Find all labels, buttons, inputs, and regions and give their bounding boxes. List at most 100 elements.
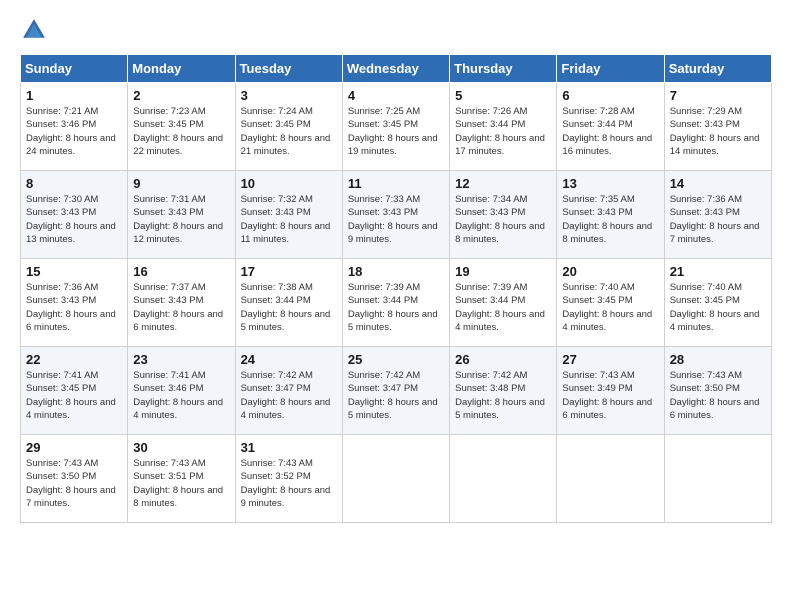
day-info: Sunrise: 7:36 AM Sunset: 3:43 PM Dayligh… [670,193,766,246]
day-cell: 8 Sunrise: 7:30 AM Sunset: 3:43 PM Dayli… [21,171,128,259]
day-info: Sunrise: 7:23 AM Sunset: 3:45 PM Dayligh… [133,105,229,158]
calendar-body: 1 Sunrise: 7:21 AM Sunset: 3:46 PM Dayli… [21,83,772,523]
day-number: 18 [348,264,444,279]
day-cell: 1 Sunrise: 7:21 AM Sunset: 3:46 PM Dayli… [21,83,128,171]
day-info: Sunrise: 7:32 AM Sunset: 3:43 PM Dayligh… [241,193,337,246]
day-cell: 5 Sunrise: 7:26 AM Sunset: 3:44 PM Dayli… [450,83,557,171]
day-number: 26 [455,352,551,367]
day-cell: 15 Sunrise: 7:36 AM Sunset: 3:43 PM Dayl… [21,259,128,347]
day-number: 6 [562,88,658,103]
day-cell: 24 Sunrise: 7:42 AM Sunset: 3:47 PM Dayl… [235,347,342,435]
day-cell: 17 Sunrise: 7:38 AM Sunset: 3:44 PM Dayl… [235,259,342,347]
day-info: Sunrise: 7:40 AM Sunset: 3:45 PM Dayligh… [670,281,766,334]
day-number: 17 [241,264,337,279]
header-cell-monday: Monday [128,55,235,83]
day-info: Sunrise: 7:34 AM Sunset: 3:43 PM Dayligh… [455,193,551,246]
day-cell: 6 Sunrise: 7:28 AM Sunset: 3:44 PM Dayli… [557,83,664,171]
week-row-1: 1 Sunrise: 7:21 AM Sunset: 3:46 PM Dayli… [21,83,772,171]
day-number: 10 [241,176,337,191]
day-info: Sunrise: 7:36 AM Sunset: 3:43 PM Dayligh… [26,281,122,334]
day-cell: 4 Sunrise: 7:25 AM Sunset: 3:45 PM Dayli… [342,83,449,171]
header-cell-thursday: Thursday [450,55,557,83]
day-cell: 23 Sunrise: 7:41 AM Sunset: 3:46 PM Dayl… [128,347,235,435]
calendar-table: SundayMondayTuesdayWednesdayThursdayFrid… [20,54,772,523]
day-info: Sunrise: 7:38 AM Sunset: 3:44 PM Dayligh… [241,281,337,334]
day-number: 28 [670,352,766,367]
day-number: 15 [26,264,122,279]
day-cell [664,435,771,523]
day-info: Sunrise: 7:40 AM Sunset: 3:45 PM Dayligh… [562,281,658,334]
logo-icon [20,16,48,44]
day-cell: 2 Sunrise: 7:23 AM Sunset: 3:45 PM Dayli… [128,83,235,171]
day-number: 11 [348,176,444,191]
day-number: 4 [348,88,444,103]
day-info: Sunrise: 7:42 AM Sunset: 3:47 PM Dayligh… [348,369,444,422]
day-cell: 25 Sunrise: 7:42 AM Sunset: 3:47 PM Dayl… [342,347,449,435]
day-cell: 7 Sunrise: 7:29 AM Sunset: 3:43 PM Dayli… [664,83,771,171]
day-info: Sunrise: 7:37 AM Sunset: 3:43 PM Dayligh… [133,281,229,334]
day-number: 21 [670,264,766,279]
day-cell: 31 Sunrise: 7:43 AM Sunset: 3:52 PM Dayl… [235,435,342,523]
day-cell: 10 Sunrise: 7:32 AM Sunset: 3:43 PM Dayl… [235,171,342,259]
day-number: 8 [26,176,122,191]
header-cell-wednesday: Wednesday [342,55,449,83]
day-cell: 3 Sunrise: 7:24 AM Sunset: 3:45 PM Dayli… [235,83,342,171]
day-info: Sunrise: 7:24 AM Sunset: 3:45 PM Dayligh… [241,105,337,158]
day-number: 13 [562,176,658,191]
day-number: 31 [241,440,337,455]
day-info: Sunrise: 7:30 AM Sunset: 3:43 PM Dayligh… [26,193,122,246]
week-row-2: 8 Sunrise: 7:30 AM Sunset: 3:43 PM Dayli… [21,171,772,259]
day-cell: 12 Sunrise: 7:34 AM Sunset: 3:43 PM Dayl… [450,171,557,259]
day-info: Sunrise: 7:26 AM Sunset: 3:44 PM Dayligh… [455,105,551,158]
day-info: Sunrise: 7:28 AM Sunset: 3:44 PM Dayligh… [562,105,658,158]
header-cell-friday: Friday [557,55,664,83]
day-cell: 14 Sunrise: 7:36 AM Sunset: 3:43 PM Dayl… [664,171,771,259]
day-info: Sunrise: 7:31 AM Sunset: 3:43 PM Dayligh… [133,193,229,246]
day-info: Sunrise: 7:43 AM Sunset: 3:52 PM Dayligh… [241,457,337,510]
day-info: Sunrise: 7:39 AM Sunset: 3:44 PM Dayligh… [455,281,551,334]
day-info: Sunrise: 7:43 AM Sunset: 3:51 PM Dayligh… [133,457,229,510]
day-info: Sunrise: 7:29 AM Sunset: 3:43 PM Dayligh… [670,105,766,158]
day-info: Sunrise: 7:39 AM Sunset: 3:44 PM Dayligh… [348,281,444,334]
day-number: 24 [241,352,337,367]
day-number: 3 [241,88,337,103]
day-number: 14 [670,176,766,191]
day-info: Sunrise: 7:21 AM Sunset: 3:46 PM Dayligh… [26,105,122,158]
day-cell [557,435,664,523]
day-number: 27 [562,352,658,367]
day-cell: 16 Sunrise: 7:37 AM Sunset: 3:43 PM Dayl… [128,259,235,347]
day-cell: 19 Sunrise: 7:39 AM Sunset: 3:44 PM Dayl… [450,259,557,347]
day-cell: 20 Sunrise: 7:40 AM Sunset: 3:45 PM Dayl… [557,259,664,347]
day-info: Sunrise: 7:42 AM Sunset: 3:48 PM Dayligh… [455,369,551,422]
day-info: Sunrise: 7:25 AM Sunset: 3:45 PM Dayligh… [348,105,444,158]
header-cell-saturday: Saturday [664,55,771,83]
header-cell-sunday: Sunday [21,55,128,83]
day-number: 16 [133,264,229,279]
day-number: 23 [133,352,229,367]
day-cell: 28 Sunrise: 7:43 AM Sunset: 3:50 PM Dayl… [664,347,771,435]
day-info: Sunrise: 7:42 AM Sunset: 3:47 PM Dayligh… [241,369,337,422]
day-number: 9 [133,176,229,191]
day-cell [450,435,557,523]
day-cell: 30 Sunrise: 7:43 AM Sunset: 3:51 PM Dayl… [128,435,235,523]
day-number: 7 [670,88,766,103]
day-cell: 22 Sunrise: 7:41 AM Sunset: 3:45 PM Dayl… [21,347,128,435]
header [20,16,772,44]
day-cell [342,435,449,523]
day-cell: 18 Sunrise: 7:39 AM Sunset: 3:44 PM Dayl… [342,259,449,347]
day-info: Sunrise: 7:43 AM Sunset: 3:49 PM Dayligh… [562,369,658,422]
day-number: 25 [348,352,444,367]
day-number: 29 [26,440,122,455]
day-number: 20 [562,264,658,279]
header-row: SundayMondayTuesdayWednesdayThursdayFrid… [21,55,772,83]
day-number: 19 [455,264,551,279]
day-cell: 21 Sunrise: 7:40 AM Sunset: 3:45 PM Dayl… [664,259,771,347]
day-info: Sunrise: 7:41 AM Sunset: 3:46 PM Dayligh… [133,369,229,422]
day-cell: 13 Sunrise: 7:35 AM Sunset: 3:43 PM Dayl… [557,171,664,259]
logo [20,16,52,44]
day-info: Sunrise: 7:43 AM Sunset: 3:50 PM Dayligh… [26,457,122,510]
day-number: 5 [455,88,551,103]
week-row-5: 29 Sunrise: 7:43 AM Sunset: 3:50 PM Dayl… [21,435,772,523]
day-cell: 27 Sunrise: 7:43 AM Sunset: 3:49 PM Dayl… [557,347,664,435]
day-cell: 29 Sunrise: 7:43 AM Sunset: 3:50 PM Dayl… [21,435,128,523]
